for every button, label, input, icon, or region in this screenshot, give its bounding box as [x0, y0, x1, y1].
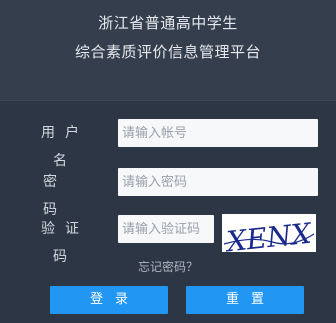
captcha-input[interactable] — [118, 215, 214, 243]
password-input[interactable] — [118, 168, 318, 196]
captcha-code: XENX — [223, 217, 314, 252]
username-label-text: 用户名 — [41, 125, 89, 169]
page-title-line-2: 综合素质评价信息管理平台 — [74, 43, 261, 61]
login-button[interactable]: 登录 — [50, 286, 168, 314]
captcha-label: 验证码 — [30, 215, 100, 265]
reset-button[interactable]: 重置 — [186, 286, 304, 314]
forgot-password-link[interactable]: 忘记密码？ — [0, 258, 336, 275]
captcha-svg: XENX — [223, 217, 315, 252]
password-label: 密码 — [30, 168, 100, 218]
username-input[interactable] — [118, 119, 318, 147]
header: 浙江省普通高中学生 综合素质评价信息管理平台 — [0, 0, 336, 100]
username-label: 用户名 — [30, 119, 100, 169]
captcha-image[interactable]: XENX — [222, 214, 316, 252]
header-divider — [0, 100, 336, 101]
page-title-line-1: 浙江省普通高中学生 — [98, 14, 238, 32]
